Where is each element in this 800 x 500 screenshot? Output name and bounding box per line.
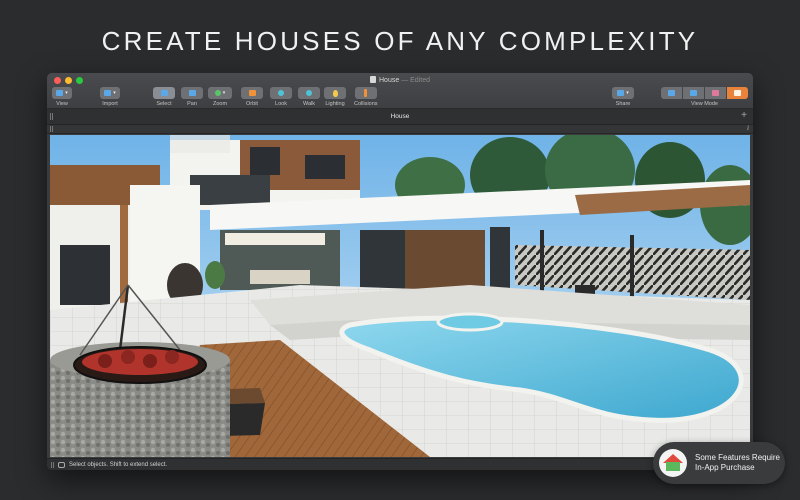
collisions-label: Collisions bbox=[354, 101, 378, 107]
status-grip-handle[interactable] bbox=[51, 461, 54, 468]
view-tool[interactable]: ▾ View bbox=[52, 87, 72, 107]
look-label: Look bbox=[275, 101, 287, 107]
select-button[interactable] bbox=[153, 87, 175, 99]
walk-button[interactable] bbox=[298, 87, 320, 99]
select-tool[interactable]: Select bbox=[153, 87, 175, 107]
panel-grip-handle[interactable] bbox=[50, 126, 53, 132]
add-tab-icon[interactable]: + bbox=[738, 110, 750, 122]
elevation-icon bbox=[712, 90, 719, 96]
lighting-button[interactable] bbox=[324, 87, 346, 99]
view-mode-2d-button[interactable] bbox=[661, 87, 682, 99]
zoom-button[interactable]: ▾ bbox=[208, 87, 232, 99]
chevron-down-icon: ▾ bbox=[65, 89, 68, 96]
lightbulb-icon bbox=[332, 89, 338, 97]
orbit-label: Orbit bbox=[246, 101, 258, 107]
view-mode-label: View Mode bbox=[690, 101, 719, 107]
import-button[interactable]: ▾ bbox=[100, 87, 120, 99]
chevron-down-icon: ▾ bbox=[626, 89, 629, 96]
orbit-icon bbox=[248, 90, 256, 96]
app-window: House — Edited ▾ View ▾ Import Select Pa… bbox=[47, 73, 753, 470]
footsteps-icon bbox=[306, 90, 312, 96]
in-app-purchase-badge: Some Features Require In-App Purchase bbox=[653, 442, 785, 484]
split-view-icon bbox=[690, 90, 697, 96]
chevron-down-icon: ▾ bbox=[222, 89, 226, 96]
walk-tool[interactable]: Walk bbox=[298, 87, 320, 107]
view-mode-tool: View Mode bbox=[661, 87, 748, 107]
sub-toolbar: i bbox=[47, 125, 753, 134]
view-mode-3d-button[interactable] bbox=[727, 87, 748, 99]
eye-icon bbox=[278, 90, 284, 96]
house-3d-icon bbox=[734, 90, 741, 96]
document-title: House — Edited bbox=[47, 76, 753, 84]
message-icon bbox=[58, 461, 65, 468]
document-name: House bbox=[379, 77, 400, 84]
view-mode-segmented bbox=[661, 87, 748, 99]
collisions-tool[interactable]: Collisions bbox=[354, 87, 378, 107]
orbit-tool[interactable]: Orbit bbox=[241, 87, 263, 107]
tab-bar: House + bbox=[47, 109, 753, 125]
plan-icon bbox=[668, 90, 675, 96]
zoom-label: Zoom bbox=[212, 101, 228, 107]
pan-label: Pan bbox=[187, 101, 197, 107]
logo-body bbox=[666, 462, 680, 471]
collisions-button[interactable] bbox=[354, 87, 377, 99]
import-label: Import bbox=[102, 101, 118, 107]
3d-scene-render[interactable] bbox=[50, 135, 750, 457]
house-logo-icon bbox=[659, 449, 687, 477]
view-mode-elevation-button[interactable] bbox=[705, 87, 726, 99]
import-tool[interactable]: ▾ Import bbox=[100, 87, 120, 107]
lighting-tool[interactable]: Lighting bbox=[324, 87, 346, 107]
pan-button[interactable] bbox=[181, 87, 203, 99]
share-tool[interactable]: ▾ Share bbox=[612, 87, 634, 107]
3d-viewport[interactable] bbox=[50, 135, 750, 457]
sidebar-toggle-handle[interactable] bbox=[50, 113, 53, 120]
status-text: Select objects. Shift to extend select. bbox=[69, 461, 168, 468]
status-bar: Select objects. Shift to extend select. bbox=[47, 458, 753, 470]
hand-icon bbox=[188, 90, 196, 96]
lighting-label: Lighting bbox=[325, 101, 345, 107]
walk-label: Walk bbox=[302, 101, 316, 107]
layout-icon bbox=[56, 90, 64, 96]
select-label: Select bbox=[156, 101, 172, 107]
iap-line-2: In-App Purchase bbox=[695, 463, 755, 472]
view-label: View bbox=[56, 101, 68, 107]
share-label: Share bbox=[615, 101, 631, 107]
import-icon bbox=[104, 90, 112, 96]
share-icon bbox=[617, 90, 625, 96]
chevron-down-icon: ▾ bbox=[113, 89, 116, 96]
cursor-icon bbox=[160, 90, 168, 96]
iap-line-1: Some Features Require bbox=[695, 453, 780, 462]
document-icon bbox=[370, 76, 376, 83]
document-state: — Edited bbox=[401, 77, 430, 84]
info-icon[interactable]: i bbox=[747, 125, 749, 132]
toolbar: House — Edited ▾ View ▾ Import Select Pa… bbox=[47, 73, 753, 109]
tab-house[interactable]: House bbox=[391, 113, 410, 120]
zoom-tool[interactable]: ▾ Zoom bbox=[208, 87, 232, 107]
wall-icon bbox=[364, 89, 368, 97]
iap-text: Some Features Require In-App Purchase bbox=[695, 453, 780, 473]
headline: CREATE HOUSES OF ANY COMPLEXITY bbox=[101, 26, 699, 56]
pan-tool[interactable]: Pan bbox=[181, 87, 203, 107]
magnifier-icon bbox=[214, 90, 221, 96]
view-button[interactable]: ▾ bbox=[52, 87, 72, 99]
look-button[interactable] bbox=[270, 87, 292, 99]
look-tool[interactable]: Look bbox=[270, 87, 292, 107]
share-button[interactable]: ▾ bbox=[612, 87, 634, 99]
orbit-button[interactable] bbox=[241, 87, 263, 99]
view-mode-split-button[interactable] bbox=[683, 87, 704, 99]
